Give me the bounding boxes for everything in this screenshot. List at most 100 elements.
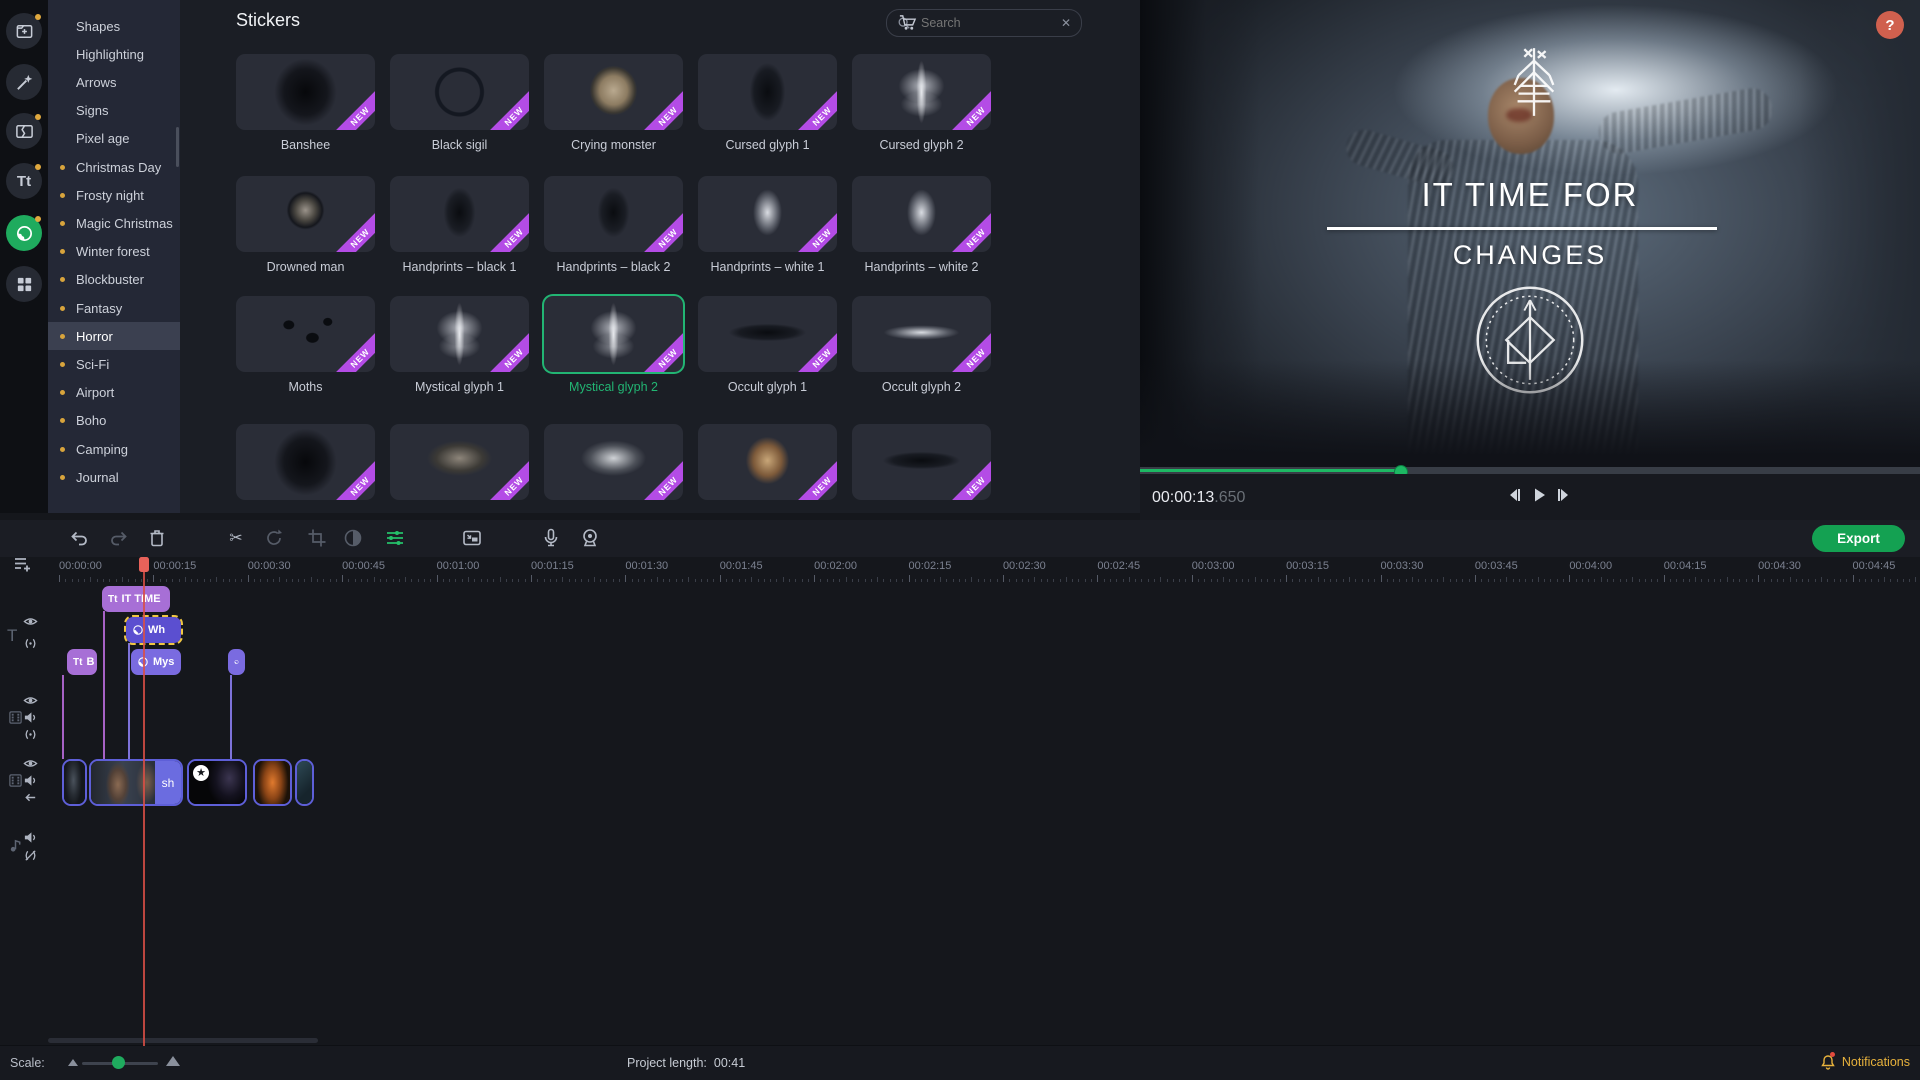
ruler-tick	[437, 575, 438, 582]
sidebar-item-christmas-day[interactable]: Christmas Day	[48, 153, 180, 181]
rail-stickers-button[interactable]	[6, 215, 42, 251]
ruler-label: 00:00:30	[248, 560, 291, 572]
sidebar-item-airport[interactable]: Airport	[48, 379, 180, 407]
audio-track-mute-icon[interactable]	[23, 830, 38, 845]
mummy-arm-right	[1596, 85, 1776, 157]
video-clip[interactable]	[62, 759, 87, 806]
scale-slider-handle[interactable]	[112, 1056, 125, 1069]
video-clip[interactable]	[253, 759, 292, 806]
sticker-tile-cursed-glyph-1[interactable]: NEW	[698, 54, 837, 130]
sidebar-item-boho[interactable]: Boho	[48, 407, 180, 435]
redo-button[interactable]	[108, 527, 130, 549]
sidebar-item-frosty-night[interactable]: Frosty night	[48, 181, 180, 209]
sticker-tile-handprints-black-1[interactable]: NEW	[390, 176, 529, 252]
sidebar-item-arrows[interactable]: Arrows	[48, 68, 180, 96]
video-clip[interactable]	[295, 759, 314, 806]
help-button[interactable]: ?	[1876, 11, 1904, 39]
timeline-ruler[interactable]: 00:00:0000:00:1500:00:3000:00:4500:01:00…	[0, 557, 1920, 582]
clip-label: Mys	[153, 656, 174, 668]
sticker-label: Handprints – white 1	[698, 260, 837, 274]
rail-transitions-button[interactable]	[6, 113, 42, 149]
video-track-mute-icon[interactable]	[23, 773, 38, 788]
overlay-track-link-icon[interactable]	[23, 727, 38, 742]
title-clip[interactable]: TtB	[67, 649, 97, 675]
overlay-track-visibility-icon[interactable]	[23, 693, 38, 708]
audio-track-unlink-icon[interactable]	[23, 848, 38, 863]
video-clip[interactable]: sh	[89, 759, 183, 806]
sidebar-item-shapes[interactable]: Shapes	[48, 12, 180, 40]
sticker-tile-black-sigil[interactable]: NEW	[390, 54, 529, 130]
sticker-clip[interactable]: Wh	[126, 617, 181, 643]
rotate-button[interactable]	[263, 527, 285, 549]
notifications-button[interactable]: Notifications	[1820, 1054, 1910, 1070]
sidebar-item-signs[interactable]: Signs	[48, 97, 180, 125]
sticker-tile-moths[interactable]: NEW	[236, 296, 375, 372]
filters-settings-button[interactable]	[384, 527, 406, 549]
export-button[interactable]: Export	[1812, 525, 1905, 552]
sticker-tile-handprints-black-2[interactable]: NEW	[544, 176, 683, 252]
title-clip[interactable]: TtIT TIME	[102, 586, 170, 612]
sidebar-item-pixel-age[interactable]: Pixel age	[48, 125, 180, 153]
zoom-out-icon[interactable]	[68, 1059, 78, 1066]
cut-button[interactable]: ✂	[225, 527, 247, 549]
sticker-tile[interactable]: NEW	[544, 424, 683, 500]
undo-button[interactable]	[68, 527, 90, 549]
add-track-icon[interactable]	[13, 555, 31, 573]
sticker-tile-mystical-glyph-1[interactable]: NEW	[390, 296, 529, 372]
sticker-tile-occult-glyph-2[interactable]: NEW	[852, 296, 991, 372]
sidebar-item-highlighting[interactable]: Highlighting	[48, 40, 180, 68]
clear-search-icon[interactable]: ✕	[1061, 16, 1071, 30]
rail-titles-button[interactable]: Tt	[6, 163, 42, 199]
sidebar-item-winter-forest[interactable]: Winter forest	[48, 238, 180, 266]
sidebar-item-sci-fi[interactable]: Sci-Fi	[48, 350, 180, 378]
video-track-arrow-icon[interactable]	[23, 790, 38, 805]
video-track-visibility-icon[interactable]	[23, 756, 38, 771]
sticker-tile[interactable]: NEW	[390, 424, 529, 500]
sticker-tile[interactable]: NEW	[852, 424, 991, 500]
prev-frame-button[interactable]	[1505, 486, 1523, 504]
sticker-tile-cursed-glyph-2[interactable]: NEW	[852, 54, 991, 130]
sticker-clip[interactable]	[228, 649, 245, 675]
rail-filters-button[interactable]	[6, 64, 42, 100]
sticker-tile-handprints-white-1[interactable]: NEW	[698, 176, 837, 252]
rail-import-button[interactable]	[6, 13, 42, 49]
category-dot	[60, 390, 65, 395]
delete-button[interactable]	[146, 527, 168, 549]
next-frame-button[interactable]	[1555, 486, 1573, 504]
search-input[interactable]	[919, 15, 1053, 31]
sticker-tile-occult-glyph-1[interactable]: NEW	[698, 296, 837, 372]
ruler-tick	[814, 575, 815, 582]
record-audio-button[interactable]	[540, 527, 562, 549]
sticker-tile[interactable]: NEW	[236, 424, 375, 500]
sticker-tile-banshee[interactable]: NEW	[236, 54, 375, 130]
sticker-tile[interactable]: NEW	[698, 424, 837, 500]
sticker-label: Handprints – black 2	[544, 260, 683, 274]
title-track-link-icon[interactable]	[23, 636, 38, 651]
sticker-clip[interactable]: Mys	[131, 649, 181, 675]
video-clip[interactable]: ★	[187, 759, 247, 806]
sidebar-item-horror[interactable]: Horror	[48, 322, 180, 350]
play-button[interactable]	[1530, 486, 1548, 504]
overlay-track-mute-icon[interactable]	[23, 710, 38, 725]
ruler-tick	[1569, 575, 1570, 582]
pip-frame-button[interactable]	[461, 527, 483, 549]
crop-button[interactable]	[306, 527, 328, 549]
sticker-tile-handprints-white-2[interactable]: NEW	[852, 176, 991, 252]
sticker-tile-mystical-glyph-2[interactable]: NEW	[544, 296, 683, 372]
sticker-tile-drowned-man[interactable]: NEW	[236, 176, 375, 252]
sidebar-item-magic-christmas[interactable]: Magic Christmas	[48, 209, 180, 237]
title-track-visibility-icon[interactable]	[23, 614, 38, 629]
sidebar-item-camping[interactable]: Camping	[48, 435, 180, 463]
zoom-in-icon[interactable]	[166, 1056, 180, 1066]
sidebar-scrollbar[interactable]	[176, 127, 179, 167]
sidebar-item-blockbuster[interactable]: Blockbuster	[48, 266, 180, 294]
cart-icon[interactable]	[898, 13, 917, 32]
sticker-tile-crying-monster[interactable]: NEW	[544, 54, 683, 130]
playhead-handle[interactable]	[139, 557, 149, 572]
webcam-button[interactable]	[579, 527, 601, 549]
color-adjust-button[interactable]	[342, 527, 364, 549]
rail-more-tools-button[interactable]	[6, 266, 42, 302]
sidebar-item-fantasy[interactable]: Fantasy	[48, 294, 180, 322]
sidebar-item-journal[interactable]: Journal	[48, 463, 180, 491]
timeline-h-scrollbar[interactable]	[48, 1038, 318, 1043]
